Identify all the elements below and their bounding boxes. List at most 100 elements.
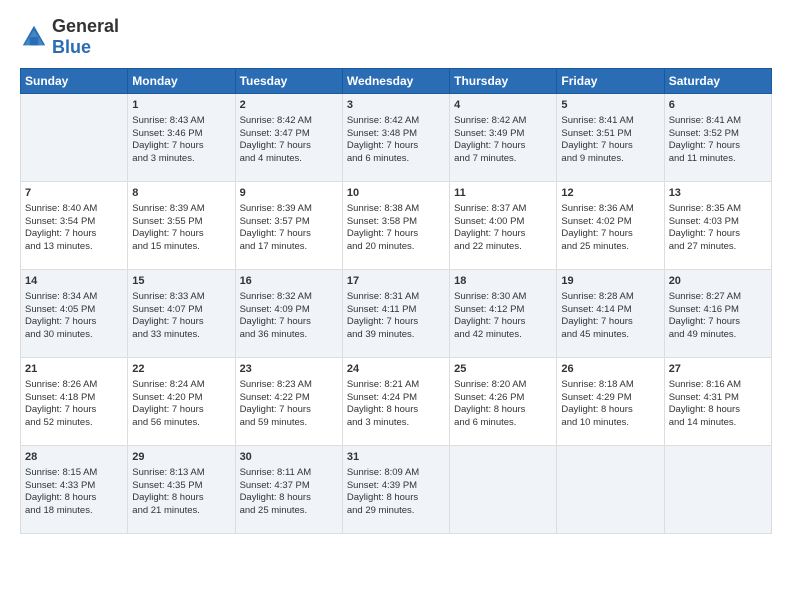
day-info-line: and 17 minutes. [240,241,338,254]
day-info-line: Sunrise: 8:39 AM [240,203,338,216]
table-cell: 15 Sunrise: 8:33 AMSunset: 4:07 PMDayligh… [128,270,235,358]
table-cell: 13Sunrise: 8:35 AMSunset: 4:03 PMDayligh… [664,182,771,270]
table-cell: 25Sunrise: 8:20 AMSunset: 4:26 PMDayligh… [450,358,557,446]
table-cell: 18Sunrise: 8:30 AMSunset: 4:12 PMDayligh… [450,270,557,358]
day-number: 26 [561,362,659,377]
day-info-line: Sunset: 3:51 PM [561,128,659,141]
day-info-line: Daylight: 7 hours [347,316,445,329]
day-info-line: Daylight: 7 hours [240,228,338,241]
calendar-row: 14Sunrise: 8:34 AMSunset: 4:05 PMDayligh… [21,270,772,358]
day-info-line: and 3 minutes. [132,153,230,166]
day-info-line: and 39 minutes. [347,329,445,342]
day-info-line: and 20 minutes. [347,241,445,254]
day-info-line: Sunset: 3:49 PM [454,128,552,141]
table-cell: 22Sunrise: 8:24 AMSunset: 4:20 PMDayligh… [128,358,235,446]
table-cell: 24Sunrise: 8:21 AMSunset: 4:24 PMDayligh… [342,358,449,446]
day-info-line: and 29 minutes. [347,505,445,518]
day-info-line: and 14 minutes. [669,417,767,430]
day-info-line: and 25 minutes. [240,505,338,518]
table-cell: 19Sunrise: 8:28 AMSunset: 4:14 PMDayligh… [557,270,664,358]
day-info-line: Sunrise: 8:20 AM [454,379,552,392]
table-cell: 11Sunrise: 8:37 AMSunset: 4:00 PMDayligh… [450,182,557,270]
day-info-line: and 27 minutes. [669,241,767,254]
day-info-line: Sunrise: 8:13 AM [132,467,230,480]
day-number: 25 [454,362,552,377]
day-info-line: Daylight: 7 hours [25,404,123,417]
day-info-line: and 3 minutes. [347,417,445,430]
table-cell: 23Sunrise: 8:23 AMSunset: 4:22 PMDayligh… [235,358,342,446]
day-number: 1 [132,98,230,113]
header: General Blue [20,16,772,58]
day-info-line: Sunset: 4:39 PM [347,480,445,493]
day-info-line: Sunset: 3:48 PM [347,128,445,141]
table-cell: 31Sunrise: 8:09 AMSunset: 4:39 PMDayligh… [342,446,449,534]
table-cell: 16Sunrise: 8:32 AMSunset: 4:09 PMDayligh… [235,270,342,358]
table-cell: 21Sunrise: 8:26 AMSunset: 4:18 PMDayligh… [21,358,128,446]
day-info-line: Sunset: 4:29 PM [561,392,659,405]
day-info-line: Daylight: 7 hours [132,228,230,241]
day-info-line: and 7 minutes. [454,153,552,166]
day-info-line: Sunset: 4:18 PM [25,392,123,405]
day-info-line: and 25 minutes. [561,241,659,254]
day-info-line: Sunrise: 8:16 AM [669,379,767,392]
day-info-line: Daylight: 7 hours [561,140,659,153]
logo-blue: Blue [52,37,91,57]
day-info-line: Sunrise: 8:28 AM [561,291,659,304]
day-info-line: Sunset: 4:11 PM [347,304,445,317]
day-info-line: Sunset: 3:47 PM [240,128,338,141]
day-info-line: Daylight: 7 hours [132,140,230,153]
day-info-line: Daylight: 7 hours [347,228,445,241]
day-info-line: Sunrise: 8:43 AM [132,115,230,128]
day-number: 28 [25,450,123,465]
day-info-line: Daylight: 7 hours [347,140,445,153]
day-info-line: Sunrise: 8:39 AM [132,203,230,216]
calendar-row: 1Sunrise: 8:43 AMSunset: 3:46 PMDaylight… [21,94,772,182]
day-number: 4 [454,98,552,113]
day-number: 16 [240,274,338,289]
day-info-line: Daylight: 7 hours [240,140,338,153]
day-info-line: and 42 minutes. [454,329,552,342]
day-info-line: Sunset: 4:07 PM [132,304,230,317]
day-info-line: and 10 minutes. [561,417,659,430]
day-number: 18 [454,274,552,289]
day-info-line: Sunrise: 8:38 AM [347,203,445,216]
day-info-line: and 6 minutes. [454,417,552,430]
day-info-line: Daylight: 8 hours [25,492,123,505]
day-info-line: Sunrise: 8:30 AM [454,291,552,304]
day-info-line: Sunrise: 8:42 AM [240,115,338,128]
table-cell: 30Sunrise: 8:11 AMSunset: 4:37 PMDayligh… [235,446,342,534]
day-info-line: Daylight: 7 hours [132,316,230,329]
table-cell: 10Sunrise: 8:38 AMSunset: 3:58 PMDayligh… [342,182,449,270]
day-info-line: and 49 minutes. [669,329,767,342]
table-cell [664,446,771,534]
day-info-line: Daylight: 7 hours [25,228,123,241]
day-number: 23 [240,362,338,377]
day-info-line: Sunset: 3:46 PM [132,128,230,141]
day-info-line: and 59 minutes. [240,417,338,430]
day-info-line: Sunset: 4:09 PM [240,304,338,317]
calendar-row: 7Sunrise: 8:40 AMSunset: 3:54 PMDaylight… [21,182,772,270]
day-info-line: Sunrise: 8:21 AM [347,379,445,392]
day-info-line: Daylight: 8 hours [454,404,552,417]
day-number: 17 [347,274,445,289]
day-info-line: Sunrise: 8:33 AM [132,291,230,304]
day-info-line: Daylight: 8 hours [347,492,445,505]
day-number: 24 [347,362,445,377]
day-info-line: Daylight: 7 hours [561,228,659,241]
table-cell [21,94,128,182]
col-friday: Friday [557,69,664,94]
table-cell: 5 Sunrise: 8:41 AMSunset: 3:51 PMDaylight… [557,94,664,182]
table-cell: 2Sunrise: 8:42 AMSunset: 3:47 PMDaylight… [235,94,342,182]
day-info-line: and 18 minutes. [25,505,123,518]
day-number: 12 [561,186,659,201]
day-info-line: Sunset: 4:31 PM [669,392,767,405]
table-cell: 9Sunrise: 8:39 AMSunset: 3:57 PMDaylight… [235,182,342,270]
day-info-line: Sunset: 3:58 PM [347,216,445,229]
day-info-line: Sunrise: 8:41 AM [561,115,659,128]
day-number: 15 [132,274,230,289]
day-number: 11 [454,186,552,201]
day-info-line: Daylight: 7 hours [240,404,338,417]
table-cell [557,446,664,534]
day-number: 5 [561,98,659,113]
day-info-line: Sunset: 4:22 PM [240,392,338,405]
